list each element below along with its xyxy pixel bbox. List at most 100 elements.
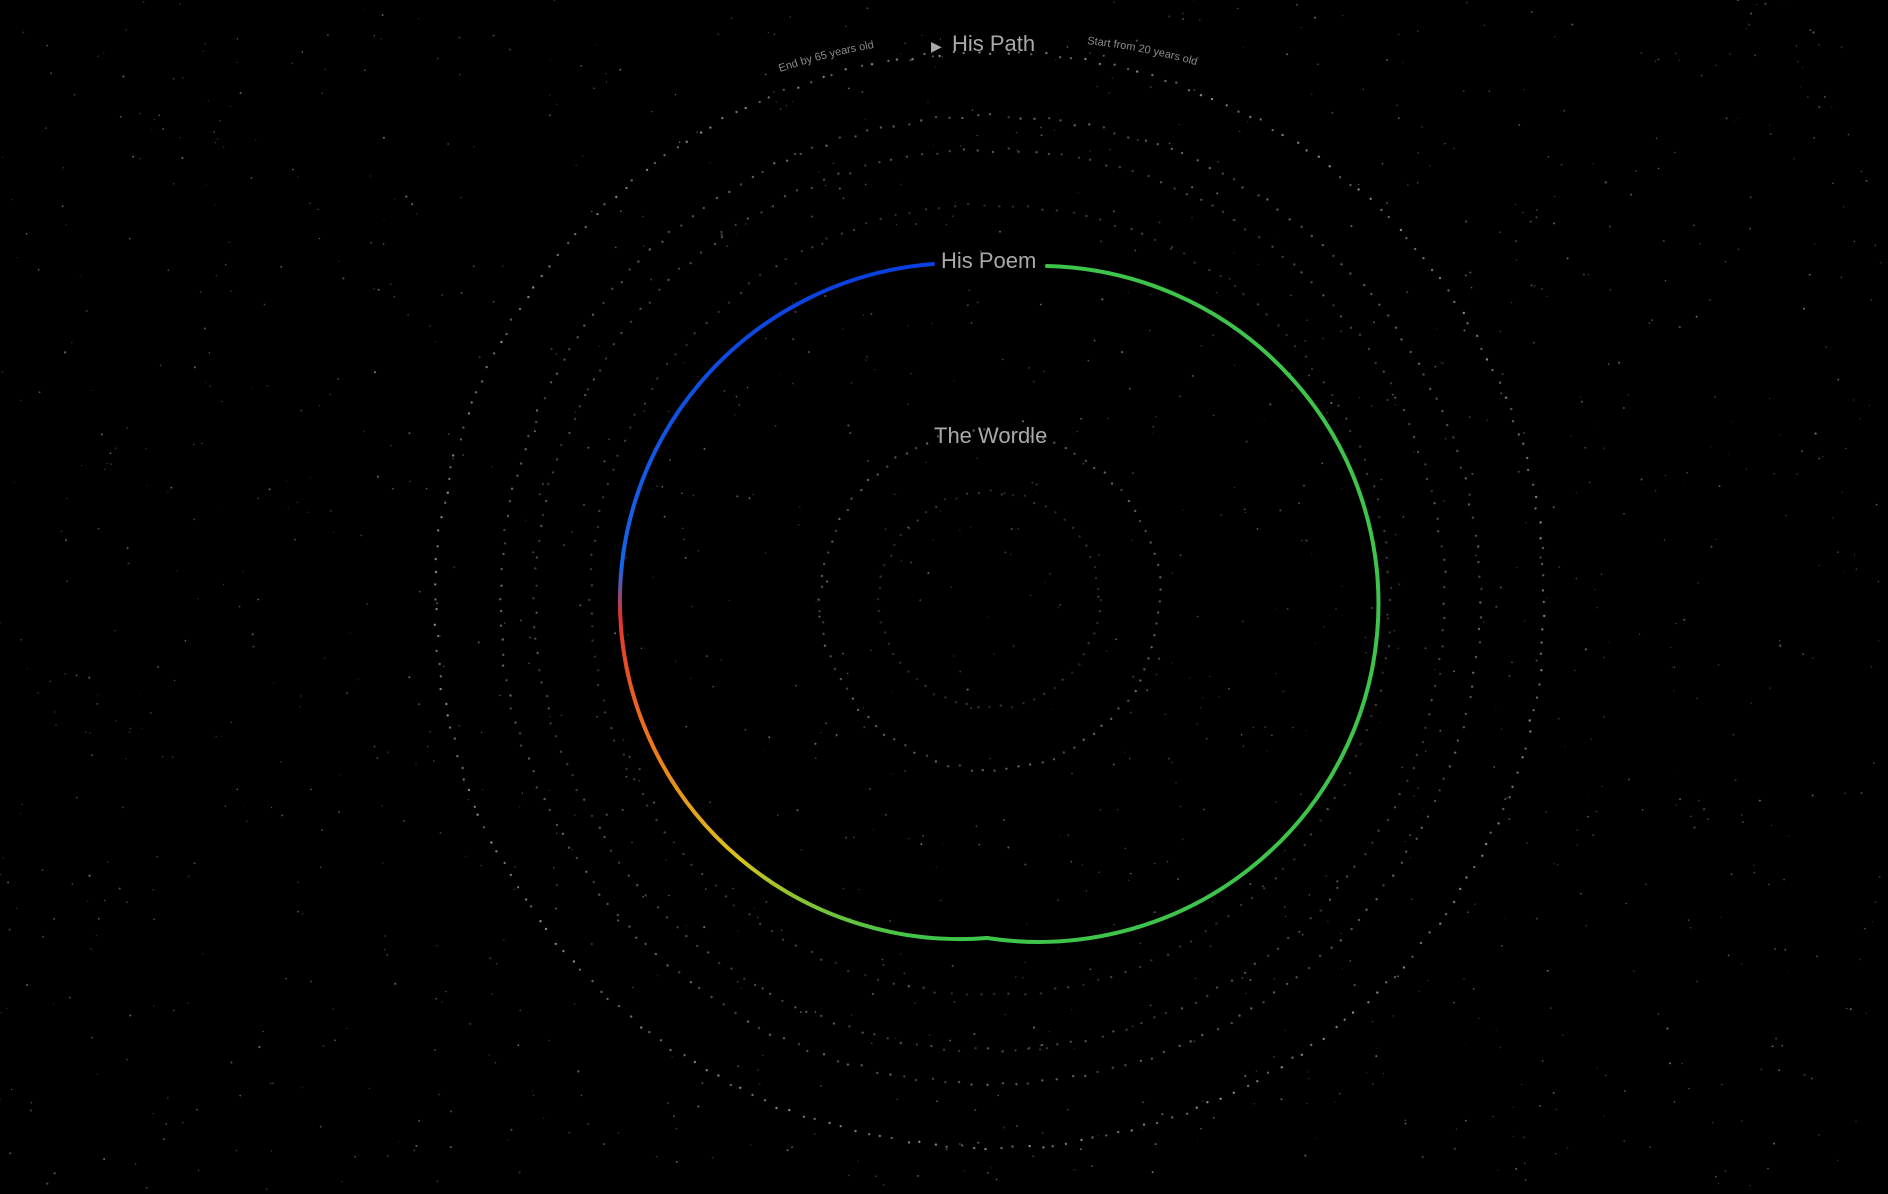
star-dot: [963, 1170, 966, 1172]
orbit-dot: [437, 634, 440, 638]
orbit-dot: [1059, 119, 1062, 122]
orbit-dot: [500, 567, 503, 571]
star-dot: [1499, 586, 1502, 589]
orbit-dot: [1276, 208, 1279, 211]
orbit-dot: [1378, 515, 1381, 519]
star-dot: [1859, 959, 1861, 961]
star-dot: [458, 36, 461, 39]
star-dot: [651, 111, 653, 113]
star-dot: [1273, 977, 1276, 980]
star-dot: [1244, 1075, 1247, 1078]
star-dot: [917, 1175, 919, 1177]
orbit-dot: [1434, 684, 1437, 688]
star-dot: [119, 115, 122, 118]
star-dot: [977, 1141, 980, 1144]
star-dot: [1556, 863, 1559, 866]
star-dot: [866, 356, 868, 358]
orbit-dot: [1386, 818, 1390, 822]
orbit-dot: [1110, 717, 1113, 720]
star-dot: [503, 939, 505, 941]
orbit-dot: [499, 598, 502, 601]
orbit-dot: [746, 1020, 750, 1023]
orbit-dot: [578, 405, 581, 408]
star-dot: [548, 1039, 550, 1042]
orbit-dot: [822, 562, 826, 566]
his-path-label: His Path: [952, 31, 1035, 56]
orbit-dot: [915, 447, 918, 450]
star-dot: [398, 1141, 400, 1143]
star-dot: [1736, 0, 1739, 2]
star-dot: [1308, 894, 1311, 896]
orbit-dot: [1069, 1040, 1073, 1044]
orbit-dot: [1084, 1074, 1087, 1078]
orbit-dot: [1542, 600, 1546, 604]
star-dot: [1378, 721, 1381, 724]
star-dot: [1256, 528, 1259, 530]
play-button[interactable]: ▶: [931, 38, 942, 54]
orbit-dot: [503, 528, 506, 532]
orbit-dot: [860, 1064, 863, 1067]
orbit-dot: [1539, 521, 1542, 524]
star-dot: [763, 749, 765, 751]
orbit-dot: [915, 1043, 918, 1046]
star-dot: [318, 405, 320, 407]
orbit-dot: [818, 610, 821, 613]
star-dot: [434, 1049, 437, 1051]
orbit-dot: [983, 204, 986, 207]
star-dot: [208, 352, 211, 354]
orbit-dot: [1365, 472, 1369, 476]
orbit-dot: [717, 310, 720, 314]
star-dot: [1328, 419, 1330, 421]
star-dot: [1321, 462, 1324, 465]
orbit-dot: [1420, 826, 1424, 829]
orbit-dot: [611, 287, 614, 290]
star-dot: [703, 926, 706, 929]
star-dot: [1670, 646, 1672, 649]
orbit-dot: [1443, 558, 1446, 561]
orbit-dot: [1276, 947, 1280, 950]
star-dot: [1690, 815, 1692, 818]
star-dot: [1730, 873, 1733, 875]
star-dot: [1871, 920, 1874, 923]
star-dot: [216, 138, 219, 140]
orbit-dot: [973, 1146, 976, 1150]
star-dot: [642, 215, 644, 218]
orbit-dot: [1371, 841, 1374, 844]
star-dot: [1054, 59, 1057, 61]
star-dot: [970, 322, 973, 324]
orbit-dot: [890, 554, 893, 557]
star-dot: [541, 482, 544, 485]
star-dot: [389, 283, 392, 286]
star-dot: [370, 241, 373, 244]
star-dot: [415, 1144, 418, 1148]
star-dot: [153, 1005, 155, 1007]
star-dot: [1416, 182, 1419, 184]
star-dot: [927, 101, 929, 103]
star-dot: [1558, 565, 1561, 569]
star-dot: [1837, 1159, 1839, 1162]
orbit-dot: [734, 1011, 737, 1015]
star-dot: [383, 219, 385, 221]
orbit-dot: [1416, 450, 1420, 454]
star-dot: [1358, 397, 1360, 399]
orbit-dot: [1305, 149, 1308, 152]
orbit-dot: [492, 352, 496, 355]
orbit-dot: [739, 1086, 742, 1090]
orbit-dot: [1266, 198, 1269, 201]
star-dot: [1167, 757, 1170, 760]
star-dot: [1298, 502, 1300, 505]
star-dot: [810, 215, 813, 218]
star-dot: [1511, 661, 1513, 664]
orbit-dot: [1469, 695, 1472, 699]
star-dot: [549, 114, 551, 117]
orbit-dot: [629, 426, 632, 429]
orbit-dot: [544, 499, 548, 503]
orbit-dot: [596, 212, 599, 216]
star-dot: [1300, 793, 1302, 796]
star-dot: [139, 157, 141, 160]
star-dot: [765, 337, 767, 340]
star-dot: [705, 655, 708, 658]
star-dot: [767, 32, 769, 34]
orbit-dot: [806, 1049, 809, 1053]
star-dot: [1444, 437, 1447, 440]
